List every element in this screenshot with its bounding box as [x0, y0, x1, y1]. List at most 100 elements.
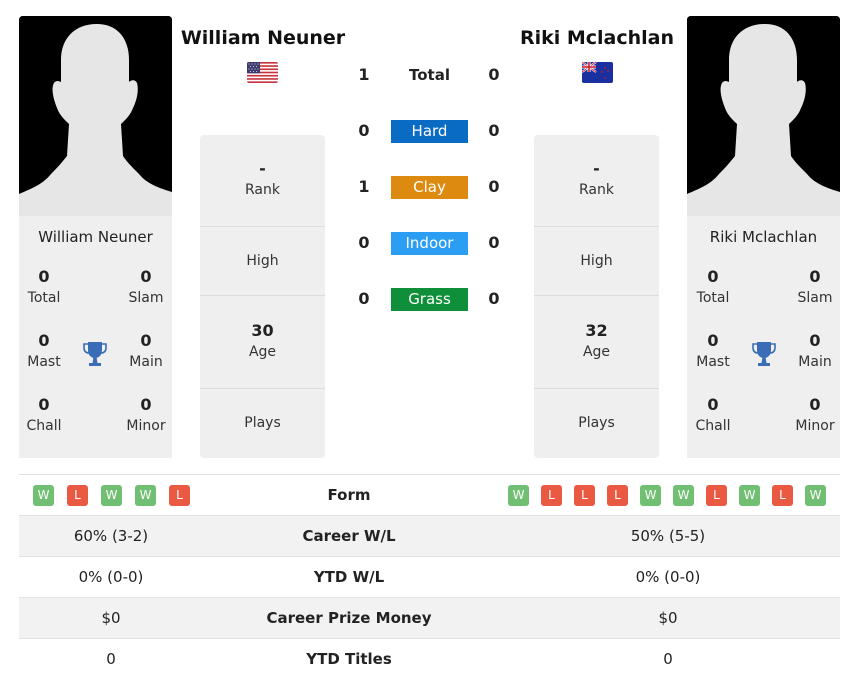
player2-ytd-wl: 0% (0-0)	[635, 568, 701, 586]
p2-clay-wins: 0	[488, 177, 500, 196]
age-label: Age	[248, 344, 277, 360]
player2-form-badge-win[interactable]: W	[805, 485, 826, 506]
high-label: High	[580, 253, 613, 269]
player1-name-label[interactable]: William Neuner	[19, 228, 172, 246]
player1-total-titles: 0 Total	[14, 266, 74, 308]
player1-career-wl: 60% (3-2)	[73, 527, 149, 545]
player1-prize-money: $0	[101, 609, 121, 627]
age-label: Age	[582, 344, 611, 360]
clay-surface-badge[interactable]: Clay	[391, 176, 468, 199]
player1-titles-card: William Neuner 0 Total 0 Slam 0 Mast 0 M…	[19, 216, 172, 458]
player2-minor-titles: 0 Minor	[785, 394, 845, 436]
p1-total-wins: 1	[358, 65, 370, 84]
stat-value: 0	[38, 331, 50, 350]
player1-form-badge-loss[interactable]: L	[169, 485, 190, 506]
player2-main-titles: 0 Main	[785, 330, 845, 372]
player1-plays: Plays	[200, 389, 325, 458]
high-label: High	[246, 253, 279, 269]
player2-rank: - Rank	[534, 135, 659, 227]
stat-value: 0	[707, 267, 719, 286]
player1-age: 30 Age	[200, 296, 325, 389]
player1-ytd-titles: 0	[106, 650, 116, 668]
player2-info-card: - Rank High 32 Age Plays	[534, 135, 659, 458]
p1-indoor-wins: 0	[358, 233, 370, 252]
player2-chall-titles: 0 Chall	[683, 394, 743, 436]
player1-chall-titles: 0 Chall	[14, 394, 74, 436]
h2h-hard-row: 0 Hard 0	[350, 120, 510, 143]
us-flag-icon	[247, 62, 278, 83]
stat-value: 0	[140, 395, 152, 414]
h2h-indoor-row: 0 Indoor 0	[350, 232, 510, 255]
player1-minor-titles: 0 Minor	[116, 394, 176, 436]
total-label: Total	[409, 66, 450, 84]
rank-value: -	[259, 159, 266, 178]
stat-value: 0	[38, 267, 50, 286]
stat-label: Mast	[696, 354, 730, 370]
player1-form-badge-loss[interactable]: L	[67, 485, 88, 506]
rank-label: Rank	[579, 182, 614, 198]
player2-titles-card: Riki Mclachlan 0 Total 0 Slam 0 Mast 0 M…	[687, 216, 840, 458]
player2-form-badge-loss[interactable]: L	[607, 485, 628, 506]
player2-plays: Plays	[534, 389, 659, 458]
h2h-clay-row: 1 Clay 0	[350, 176, 510, 199]
player1-name-heading[interactable]: William Neuner	[176, 27, 350, 49]
stat-label: Minor	[126, 418, 166, 434]
stat-value: 0	[140, 267, 152, 286]
p2-indoor-wins: 0	[488, 233, 500, 252]
indoor-surface-badge[interactable]: Indoor	[391, 232, 468, 255]
player2-form-badge-win[interactable]: W	[640, 485, 661, 506]
player2-prize-money: $0	[658, 609, 678, 627]
player2-photo	[687, 16, 840, 216]
hard-surface-badge[interactable]: Hard	[391, 120, 468, 143]
h2h-total-row: 1 Total 0	[350, 64, 510, 86]
age-value: 32	[585, 321, 608, 340]
comparison-table: WLWWL Form WLLLWWLWLW 60% (3-2) Career W…	[19, 474, 840, 679]
h2h-grass-row: 0 Grass 0	[350, 288, 510, 311]
player2-form-badge-loss[interactable]: L	[772, 485, 793, 506]
player1-form-badge-win[interactable]: W	[101, 485, 122, 506]
player1-main-titles: 0 Main	[116, 330, 176, 372]
stat-value: 0	[809, 395, 821, 414]
nz-flag-icon	[582, 62, 613, 83]
player2-form-badge-loss[interactable]: L	[574, 485, 595, 506]
p1-clay-wins: 1	[358, 177, 370, 196]
stat-label: Mast	[27, 354, 61, 370]
player2-name-label[interactable]: Riki Mclachlan	[687, 228, 840, 246]
stat-label: Total	[696, 290, 730, 306]
form-row: WLWWL Form WLLLWWLWLW	[19, 474, 840, 515]
grass-surface-badge[interactable]: Grass	[391, 288, 468, 311]
player2-form-badge-loss[interactable]: L	[706, 485, 727, 506]
career-wl-row: 60% (3-2) Career W/L 50% (5-5)	[19, 515, 840, 556]
player1-slam-titles: 0 Slam	[116, 266, 176, 308]
plays-label: Plays	[578, 415, 615, 431]
rank-value: -	[593, 159, 600, 178]
stat-label: Main	[798, 354, 832, 370]
player2-name-heading[interactable]: Riki Mclachlan	[510, 27, 684, 49]
player2-age: 32 Age	[534, 296, 659, 389]
stat-value: 0	[707, 395, 719, 414]
player2-total-titles: 0 Total	[683, 266, 743, 308]
ytd-wl-row: 0% (0-0) YTD W/L 0% (0-0)	[19, 556, 840, 597]
stat-value: 0	[140, 331, 152, 350]
player1-mast-titles: 0 Mast	[14, 330, 74, 372]
player2-form: WLLLWWLWLW	[508, 485, 826, 506]
player2-form-badge-win[interactable]: W	[673, 485, 694, 506]
plays-label: Plays	[244, 415, 281, 431]
player1-form-badge-win[interactable]: W	[33, 485, 54, 506]
player2-mast-titles: 0 Mast	[683, 330, 743, 372]
trophy-icon	[83, 341, 107, 371]
player2-slam-titles: 0 Slam	[785, 266, 845, 308]
p2-hard-wins: 0	[488, 121, 500, 140]
player1-info-card: - Rank High 30 Age Plays	[200, 135, 325, 458]
stat-label: Main	[129, 354, 163, 370]
player1-photo	[19, 16, 172, 216]
player1-form: WLWWL	[33, 485, 190, 506]
career-wl-label: Career W/L	[302, 527, 396, 545]
player2-form-badge-loss[interactable]: L	[541, 485, 562, 506]
player1-ytd-wl: 0% (0-0)	[78, 568, 144, 586]
player2-form-badge-win[interactable]: W	[508, 485, 529, 506]
stat-label: Slam	[128, 290, 164, 306]
stat-value: 0	[707, 331, 719, 350]
player1-form-badge-win[interactable]: W	[135, 485, 156, 506]
player2-form-badge-win[interactable]: W	[739, 485, 760, 506]
